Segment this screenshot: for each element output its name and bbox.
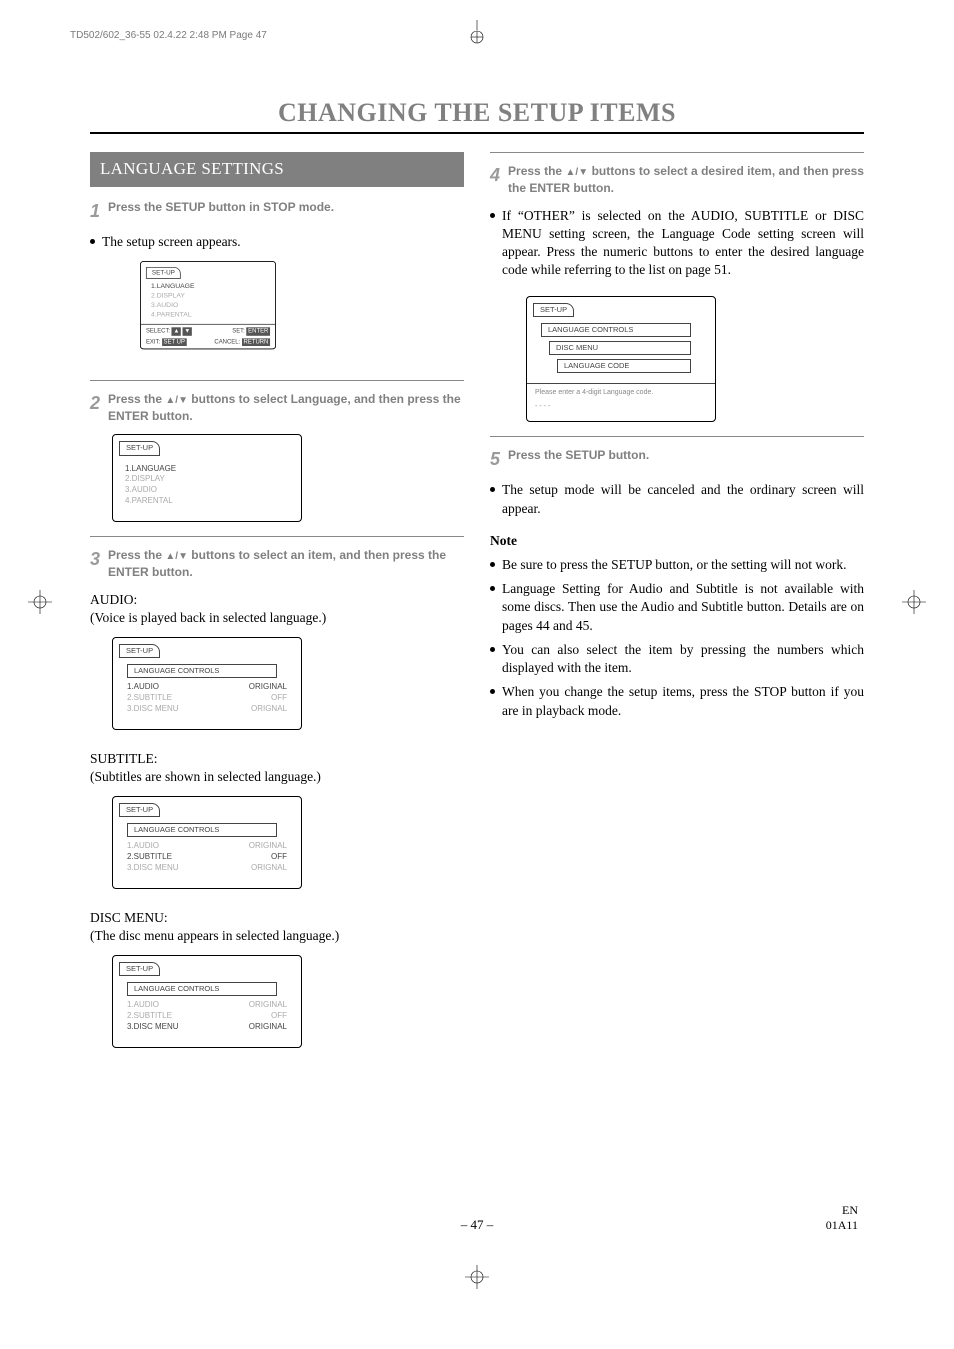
osd-item: 4.PARENTAL xyxy=(125,496,289,507)
bullet-icon xyxy=(490,586,495,591)
osd-item: 2.DISPLAY xyxy=(125,474,289,485)
note-item: You can also select the item by pressing… xyxy=(490,641,864,677)
bullet-icon xyxy=(490,213,495,218)
note-item: Be sure to press the SETUP button, or th… xyxy=(490,556,864,574)
step-text: Press the ▲/▼ buttons to select an item,… xyxy=(108,547,464,581)
step-text: Press the SETUP button. xyxy=(508,447,864,464)
note-text: Language Setting for Audio and Subtitle … xyxy=(502,580,864,635)
body-text: If “OTHER” is selected on the AUDIO, SUB… xyxy=(502,207,864,280)
step-number: 5 xyxy=(490,447,500,471)
step-text: Press the ▲/▼ buttons to select a desire… xyxy=(508,163,864,197)
audio-caption: (Voice is played back in selected langua… xyxy=(90,609,464,627)
up-down-icon: ▲/▼ xyxy=(565,167,588,178)
body-text: The setup screen appears. xyxy=(102,233,464,251)
osd-language-code: SET-UP LANGUAGE CONTROLS DISC MENU LANGU… xyxy=(526,296,716,422)
audio-heading: AUDIO: xyxy=(90,591,464,609)
body-bullet: The setup mode will be canceled and the … xyxy=(490,481,864,517)
osd-subtitle: SET-UP LANGUAGE CONTROLS 1.AUDIOORIGINAL… xyxy=(112,796,302,889)
note-heading: Note xyxy=(490,532,864,550)
body-bullet: The setup screen appears. xyxy=(90,233,464,251)
osd-subtitle-bar: LANGUAGE CONTROLS xyxy=(127,823,277,837)
note-text: Be sure to press the SETUP button, or th… xyxy=(502,556,864,574)
page-title: CHANGING THE SETUP ITEMS xyxy=(90,98,864,134)
osd-disc: SET-UP LANGUAGE CONTROLS 1.AUDIOORIGINAL… xyxy=(112,955,302,1048)
osd-subtitle-bar: LANGUAGE CONTROLS xyxy=(127,982,277,996)
osd-title: SET-UP xyxy=(119,962,160,976)
osd-screenshot-2: SET-UP 1.LANGUAGE 2.DISPLAY 3.AUDIO 4.PA… xyxy=(112,434,302,521)
registration-mark-bottom xyxy=(465,1265,489,1289)
step-number: 4 xyxy=(490,163,500,187)
columns: LANGUAGE SETTINGS 1 Press the SETUP butt… xyxy=(90,152,864,1058)
step-1: 1 Press the SETUP button in STOP mode. xyxy=(90,199,464,223)
note-text: You can also select the item by pressing… xyxy=(502,641,864,677)
osd-title: SET-UP xyxy=(119,803,160,817)
step-2: 2 Press the ▲/▼ buttons to select Langua… xyxy=(90,391,464,425)
page: TD502/602_36-55 02.4.22 2:48 PM Page 47 … xyxy=(0,0,954,1349)
bullet-icon xyxy=(490,689,495,694)
disc-heading: DISC MENU: xyxy=(90,909,464,927)
body-text: The setup mode will be canceled and the … xyxy=(502,481,864,517)
bullet-icon xyxy=(90,239,95,244)
bullet-icon xyxy=(490,487,495,492)
step-4: 4 Press the ▲/▼ buttons to select a desi… xyxy=(490,163,864,197)
page-code: EN 01A11 xyxy=(826,1203,858,1233)
bullet-icon xyxy=(490,647,495,652)
osd-sub1: LANGUAGE CONTROLS xyxy=(541,323,691,337)
step-number: 2 xyxy=(90,391,100,415)
bullet-icon xyxy=(490,562,495,567)
registration-mark-top xyxy=(465,20,489,44)
body-bullet: If “OTHER” is selected on the AUDIO, SUB… xyxy=(490,207,864,280)
osd-footer: EXIT: SET UP CANCEL: RETURN xyxy=(141,339,275,350)
osd-item: 4.PARENTAL xyxy=(151,310,270,319)
section-header: LANGUAGE SETTINGS xyxy=(90,152,464,187)
osd-footer: SELECT: ▲ ▼ SET: ENTER xyxy=(141,325,275,339)
osd-subtitle: LANGUAGE CONTROLS xyxy=(127,664,277,678)
osd-title: SET-UP xyxy=(533,303,574,317)
registration-mark-right xyxy=(902,590,926,614)
step-number: 1 xyxy=(90,199,100,223)
step-5: 5 Press the SETUP button. xyxy=(490,447,864,471)
osd-title: SET-UP xyxy=(119,441,160,455)
page-number: – 47 – xyxy=(461,1217,494,1233)
registration-mark-left xyxy=(28,590,52,614)
divider xyxy=(490,436,864,437)
osd-item: 1.LANGUAGE xyxy=(125,464,289,475)
subtitle-caption: (Subtitles are shown in selected languag… xyxy=(90,768,464,786)
divider xyxy=(90,380,464,381)
osd-audio: SET-UP LANGUAGE CONTROLS 1.AUDIOORIGINAL… xyxy=(112,637,302,730)
up-down-icon: ▲/▼ xyxy=(165,551,188,562)
step-text: Press the ▲/▼ buttons to select Language… xyxy=(108,391,464,425)
subtitle-heading: SUBTITLE: xyxy=(90,750,464,768)
left-column: LANGUAGE SETTINGS 1 Press the SETUP butt… xyxy=(90,152,464,1058)
print-header: TD502/602_36-55 02.4.22 2:48 PM Page 47 xyxy=(70,30,267,41)
disc-caption: (The disc menu appears in selected langu… xyxy=(90,927,464,945)
note-item: When you change the setup items, press t… xyxy=(490,683,864,719)
step-3: 3 Press the ▲/▼ buttons to select an ite… xyxy=(90,547,464,581)
step-text: Press the SETUP button in STOP mode. xyxy=(108,199,464,216)
osd-title: SET-UP xyxy=(119,644,160,658)
step-number: 3 xyxy=(90,547,100,571)
right-column: 4 Press the ▲/▼ buttons to select a desi… xyxy=(490,152,864,1058)
osd-title: SET-UP xyxy=(146,267,181,279)
osd-sub2: DISC MENU xyxy=(549,341,691,355)
osd-dashes: - - - - xyxy=(527,402,715,421)
osd-sub3: LANGUAGE CODE xyxy=(557,359,691,373)
divider xyxy=(90,536,464,537)
up-down-icon: ▲/▼ xyxy=(165,395,188,406)
osd-screenshot-1: SET-UP 1.LANGUAGE 2.DISPLAY 3.AUDIO 4.PA… xyxy=(140,261,276,350)
note-item: Language Setting for Audio and Subtitle … xyxy=(490,580,864,635)
note-text: When you change the setup items, press t… xyxy=(502,683,864,719)
osd-msg: Please enter a 4-digit Language code. xyxy=(527,384,715,401)
osd-item: 3.AUDIO xyxy=(125,485,289,496)
divider xyxy=(490,152,864,153)
